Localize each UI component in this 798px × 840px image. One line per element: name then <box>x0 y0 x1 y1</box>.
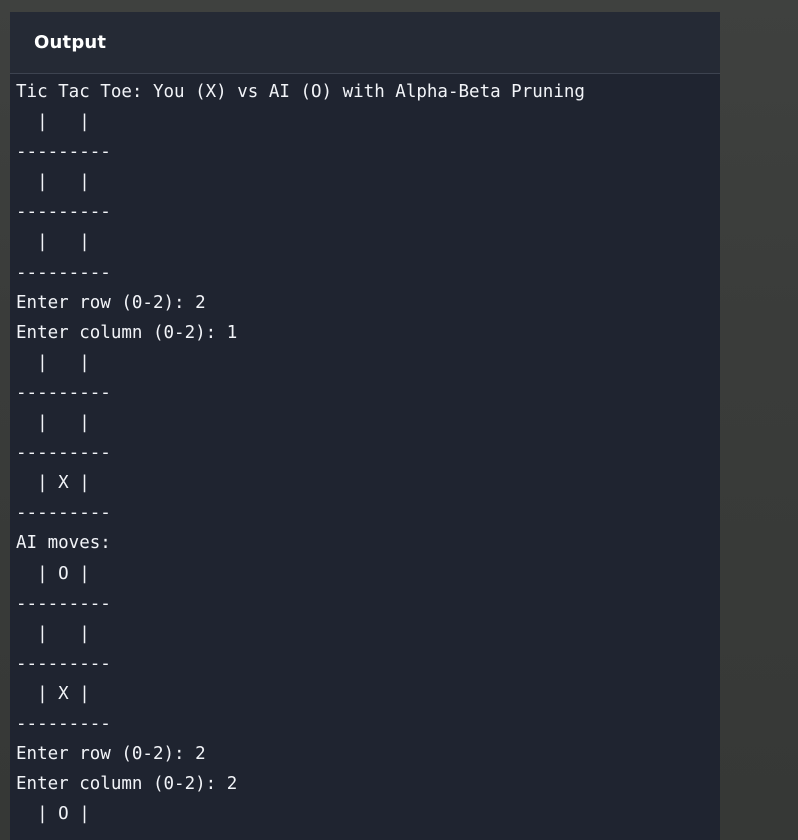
output-panel-header: Output <box>10 12 720 74</box>
console-line: | | <box>16 352 111 373</box>
console-line: | | <box>16 112 111 133</box>
console-line: --------- <box>16 262 111 283</box>
console-line: --------- <box>16 593 111 614</box>
console-line: --------- <box>16 142 111 163</box>
console-line: | O | <box>16 804 111 825</box>
console-line: Enter column (0-2): 1 <box>16 322 238 343</box>
console-line: | | <box>16 413 111 434</box>
console-line: Enter row (0-2): 2 <box>16 744 206 765</box>
console-line: Enter column (0-2): 2 <box>16 774 238 795</box>
console-line: Enter row (0-2): 2 <box>16 292 206 313</box>
console-line: AI moves: <box>16 533 111 554</box>
output-panel: Output Tic Tac Toe: You (X) vs AI (O) wi… <box>10 12 720 840</box>
console-line: --------- <box>16 382 111 403</box>
console-line: Tic Tac Toe: You (X) vs AI (O) with Alph… <box>16 82 585 102</box>
console-line: | | <box>16 232 111 253</box>
console-line: | O | <box>16 563 111 584</box>
console-line: --------- <box>16 443 111 464</box>
console-line: | | <box>16 172 111 193</box>
console-line: --------- <box>16 653 111 674</box>
console-line: | | <box>16 623 111 644</box>
console-line: --------- <box>16 713 111 734</box>
console-line: | X | <box>16 473 111 494</box>
console-output[interactable]: Tic Tac Toe: You (X) vs AI (O) with Alph… <box>10 74 720 829</box>
output-panel-title: Output <box>34 32 107 53</box>
console-line: | X | <box>16 683 111 704</box>
console-line: --------- <box>16 503 111 524</box>
console-line: --------- <box>16 202 111 223</box>
